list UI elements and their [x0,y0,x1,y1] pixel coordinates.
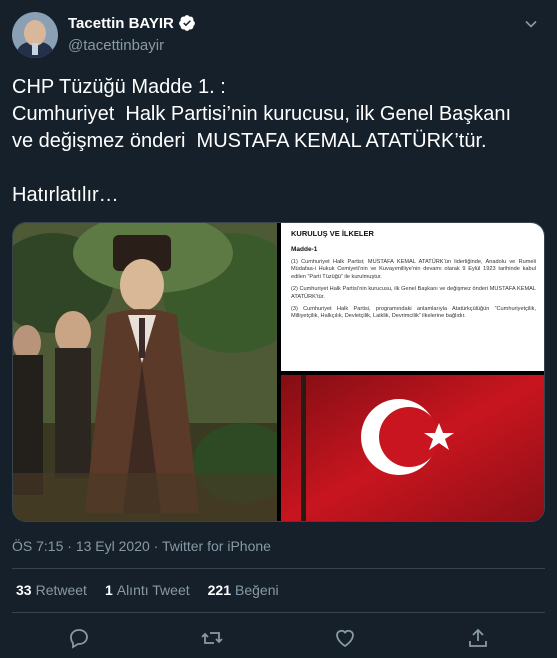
turkish-flag-illustration [281,375,544,521]
engagement-stats: 33 Retweet 1 Alıntı Tweet 221 Beğeni [16,582,279,598]
document-paragraph-2: (2) Cumhuriyet Halk Partisi’nin kurucusu… [291,286,536,300]
tweet-time[interactable]: ÖS 7:15 [12,538,63,554]
turkish-flag-photo[interactable] [281,375,544,521]
tweet-header: Tacettin BAYIR @tacettinbayir [12,10,545,60]
tweet-source[interactable]: Twitter for iPhone [162,538,271,554]
document-title: KURULUŞ VE İLKELER [291,229,374,238]
tweet-date[interactable]: 13 Eyl 2020 [76,538,150,554]
retweet-icon[interactable] [200,626,224,650]
heart-icon[interactable] [333,626,357,650]
meta-separator: · [67,538,72,554]
quotes-label: Alıntı Tweet [116,582,190,598]
retweets-stat[interactable]: 33 Retweet [16,582,87,598]
tweet-meta: ÖS 7:15 · 13 Eyl 2020 · Twitter for iPho… [12,538,271,554]
author-names: Tacettin BAYIR @tacettinbayir [68,14,196,54]
tweet-text: CHP Tüzüğü Madde 1. : Cumhuriyet Halk Pa… [12,76,512,206]
meta-separator: · [153,538,159,554]
ataturk-photo[interactable] [13,223,277,521]
media-grid[interactable]: KURULUŞ VE İLKELER Madde-1 (1) Cumhuriye… [12,222,545,522]
document-paragraph-1: (1) Cumhuriyet Halk Partisi; MUSTAFA KEM… [291,259,536,280]
reply-icon[interactable] [67,626,91,650]
retweets-label: Retweet [35,582,87,598]
handle[interactable]: @tacettinbayir [68,37,196,54]
avatar[interactable] [12,12,58,58]
display-name[interactable]: Tacettin BAYIR [68,15,174,32]
likes-stat[interactable]: 221 Beğeni [208,582,279,598]
action-bar [0,624,557,654]
likes-count: 221 [207,582,231,598]
document-article: Madde-1 [291,246,318,253]
likes-label: Beğeni [235,582,279,598]
divider-top [12,568,545,569]
quotes-stat[interactable]: 1 Alıntı Tweet [105,582,190,598]
ataturk-illustration [13,223,277,521]
share-icon[interactable] [466,626,490,650]
chevron-down-icon[interactable] [521,14,541,34]
verified-badge-icon [178,15,195,31]
quotes-count: 1 [104,582,113,598]
display-name-row[interactable]: Tacettin BAYIR [68,14,196,32]
retweets-count: 33 [16,582,32,598]
document-paragraph-3: (3) Cumhuriyet Halk Partisi, programında… [291,306,536,320]
divider-bottom [12,612,545,613]
charter-document[interactable]: KURULUŞ VE İLKELER Madde-1 (1) Cumhuriye… [281,223,544,371]
